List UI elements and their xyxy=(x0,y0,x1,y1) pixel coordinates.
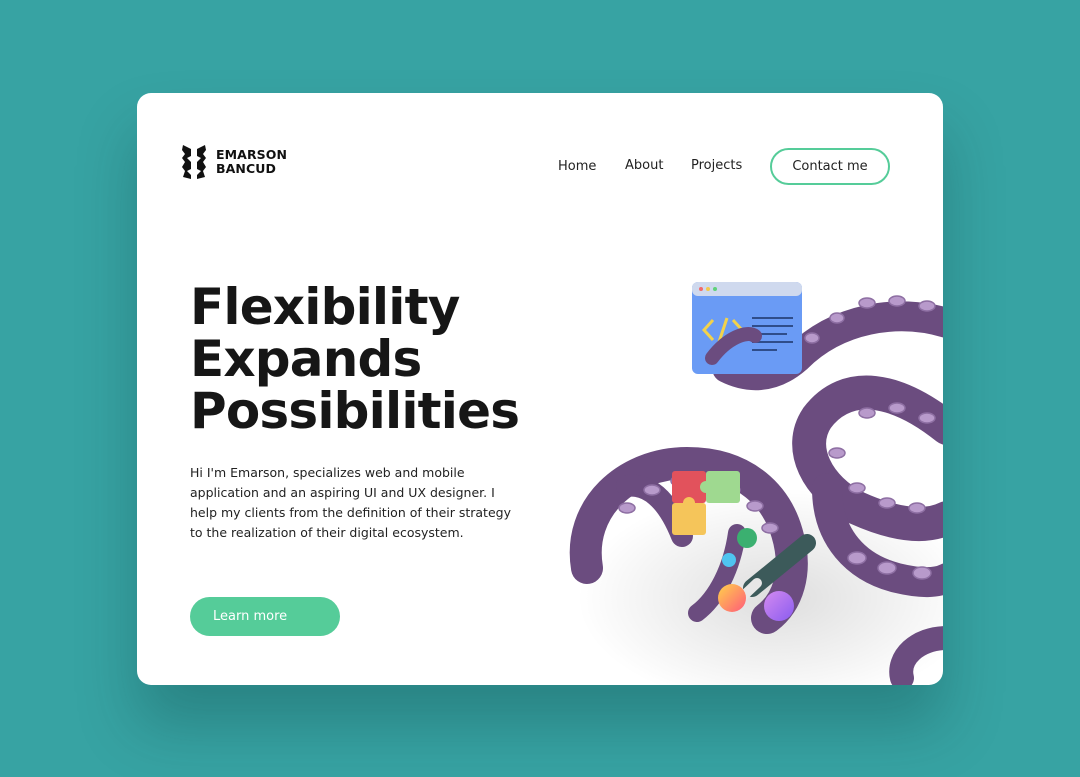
nav-about-link[interactable]: About xyxy=(625,158,663,173)
hero-description: Hi I'm Emarson, specializes web and mobi… xyxy=(190,465,511,540)
learn-more-button[interactable]: Learn more xyxy=(190,597,340,636)
headline-line-2: Expands xyxy=(190,330,422,388)
headline-line-3: Possibilities xyxy=(190,382,520,440)
brand-line-1: EMARSON xyxy=(216,147,288,162)
octopus-illustration xyxy=(569,282,943,685)
nav-item-about[interactable]: About xyxy=(625,158,663,173)
hero-headline: Flexibility Expands Possibilities xyxy=(190,278,520,440)
nav-item-home[interactable]: Home xyxy=(558,159,596,174)
nav-projects-link[interactable]: Projects xyxy=(691,158,742,173)
landing-card: EMARSON BANCUD Home About Projects Conta… xyxy=(137,93,943,685)
contact-button[interactable]: Contact me xyxy=(770,148,890,185)
nav-home-link[interactable]: Home xyxy=(558,159,596,174)
logo[interactable]: EMARSON BANCUD xyxy=(180,143,287,181)
brand-name: EMARSON BANCUD xyxy=(216,148,287,176)
headline-line-1: Flexibility xyxy=(190,278,460,336)
brand-line-2: BANCUD xyxy=(216,161,276,176)
brand-logo-icon xyxy=(182,145,206,179)
nav-item-projects[interactable]: Projects xyxy=(691,158,742,173)
